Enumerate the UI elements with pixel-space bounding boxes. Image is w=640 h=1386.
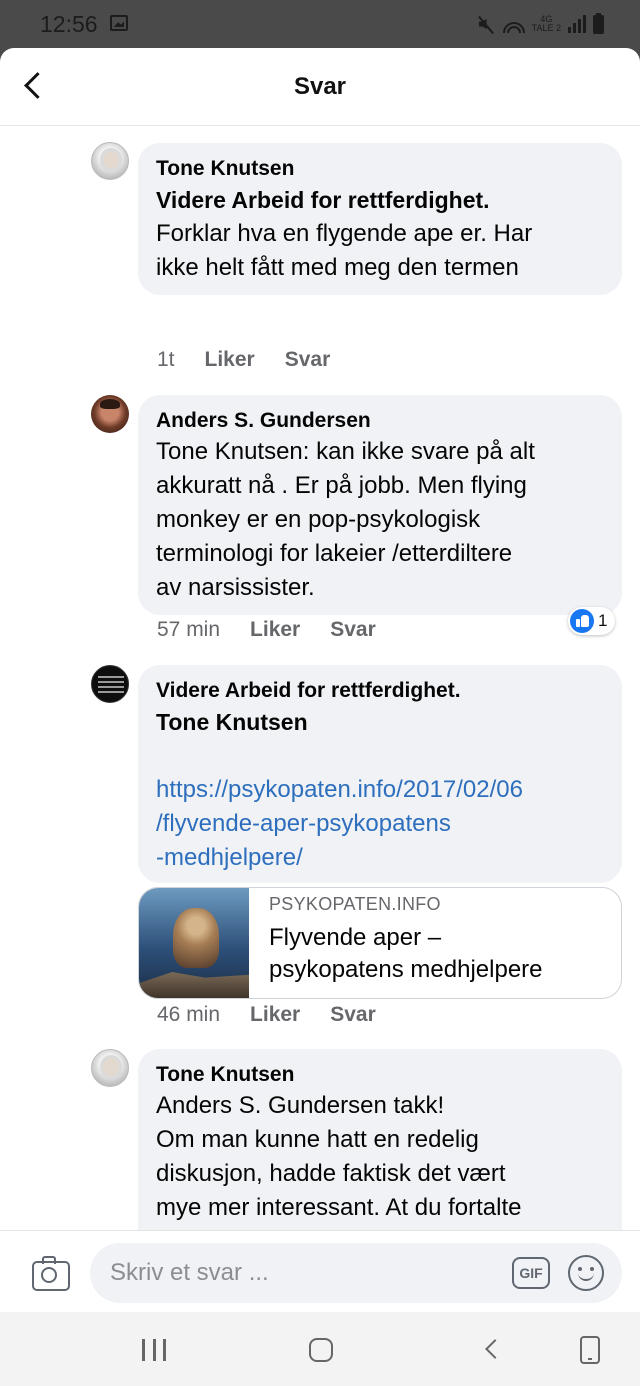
comment-time[interactable]: 1t — [157, 348, 175, 372]
comment-link[interactable]: https://psykopaten.info/2017/02/06 /flyv… — [156, 773, 602, 875]
like-reaction-icon — [570, 609, 594, 633]
like-button[interactable]: Liker — [250, 1003, 300, 1027]
comment-bubble[interactable]: Videre Arbeid for rettferdighet. Tone Kn… — [138, 665, 622, 883]
reaction-count: 1 — [598, 611, 608, 630]
link-preview-image — [139, 888, 249, 998]
status-bar: 12:56 4G TALE 2 — [0, 0, 640, 50]
avatar-videre-arbeid[interactable] — [91, 665, 129, 703]
comment-author[interactable]: Tone Knutsen — [156, 1061, 602, 1089]
comment-mention[interactable]: Videre Arbeid for rettferdighet. — [156, 183, 602, 217]
comment-time[interactable]: 46 min — [157, 1003, 220, 1027]
comment-actions: 57 min Liker Svar — [157, 618, 376, 642]
comment-text: Anders S. Gundersen takk! Om man kunne h… — [156, 1092, 522, 1230]
comment-text: Forklar hva en flygende ape er. Har ikke… — [156, 220, 533, 281]
status-time: 12:56 — [40, 11, 98, 37]
comment-bubble[interactable]: Tone Knutsen Anders S. Gundersen takk! O… — [138, 1049, 622, 1230]
comment-actions: 46 min Liker Svar — [157, 1003, 376, 1027]
comment-bubble[interactable]: Tone Knutsen Videre Arbeid for rettferdi… — [138, 143, 622, 295]
reply-input[interactable] — [110, 1253, 500, 1293]
like-button[interactable]: Liker — [205, 348, 255, 372]
comment-text: Tone Knutsen: kan ikke svare på alt akku… — [156, 438, 535, 601]
gallery-notification-icon — [110, 15, 128, 31]
reply-button[interactable]: Svar — [330, 1003, 376, 1027]
emoji-icon[interactable] — [568, 1255, 604, 1291]
comment-mention[interactable]: Tone Knutsen — [156, 705, 602, 739]
comment-author[interactable]: Anders S. Gundersen — [156, 407, 602, 435]
nav-back-icon[interactable] — [482, 1339, 500, 1359]
mute-icon — [476, 14, 496, 34]
avatar-tone-knutsen[interactable] — [91, 142, 129, 180]
network-indicator: 4G TALE 2 — [532, 15, 561, 33]
comment-bubble[interactable]: Anders S. Gundersen Tone Knutsen: kan ik… — [138, 395, 622, 615]
carrier-label: TALE 2 — [531, 23, 561, 33]
camera-icon[interactable] — [30, 1253, 70, 1291]
like-button[interactable]: Liker — [250, 618, 300, 642]
comment-actions: 1t Liker Svar — [157, 348, 330, 372]
reply-button[interactable]: Svar — [285, 348, 331, 372]
wifi-icon — [502, 15, 525, 33]
comment-feed[interactable]: Tone Knutsen Videre Arbeid for rettferdi… — [0, 127, 640, 1230]
system-nav-bar — [0, 1312, 640, 1386]
avatar-tone-knutsen[interactable] — [91, 1049, 129, 1087]
avatar-anders-gundersen[interactable] — [91, 395, 129, 433]
gif-icon[interactable]: GIF — [512, 1257, 550, 1289]
page-title: Svar — [293, 73, 347, 100]
link-preview-title: Flyvende aper – psykopatens medhjelpere — [269, 924, 543, 983]
reply-button[interactable]: Svar — [330, 618, 376, 642]
battery-icon — [593, 12, 604, 34]
signal-icon — [568, 15, 586, 33]
reply-input-container[interactable]: GIF — [90, 1243, 622, 1303]
rotate-screen-icon[interactable] — [580, 1336, 600, 1364]
comment-author[interactable]: Videre Arbeid for rettferdighet. — [156, 677, 602, 705]
reaction-badge[interactable]: 1 — [568, 607, 616, 635]
comment-author[interactable]: Tone Knutsen — [156, 155, 602, 183]
comment-time[interactable]: 57 min — [157, 618, 220, 642]
reply-composer: GIF — [0, 1230, 640, 1312]
link-preview-card[interactable]: PSYKOPATEN.INFO Flyvende aper – psykopat… — [138, 887, 622, 999]
replies-sheet: Svar Tone Knutsen Videre Arbeid for rett… — [0, 48, 640, 1386]
home-icon[interactable] — [309, 1338, 333, 1362]
link-preview-domain: PSYKOPATEN.INFO — [269, 894, 441, 914]
recent-apps-icon[interactable] — [142, 1339, 166, 1361]
header: Svar — [0, 48, 640, 126]
status-icons: 4G TALE 2 — [476, 12, 604, 36]
